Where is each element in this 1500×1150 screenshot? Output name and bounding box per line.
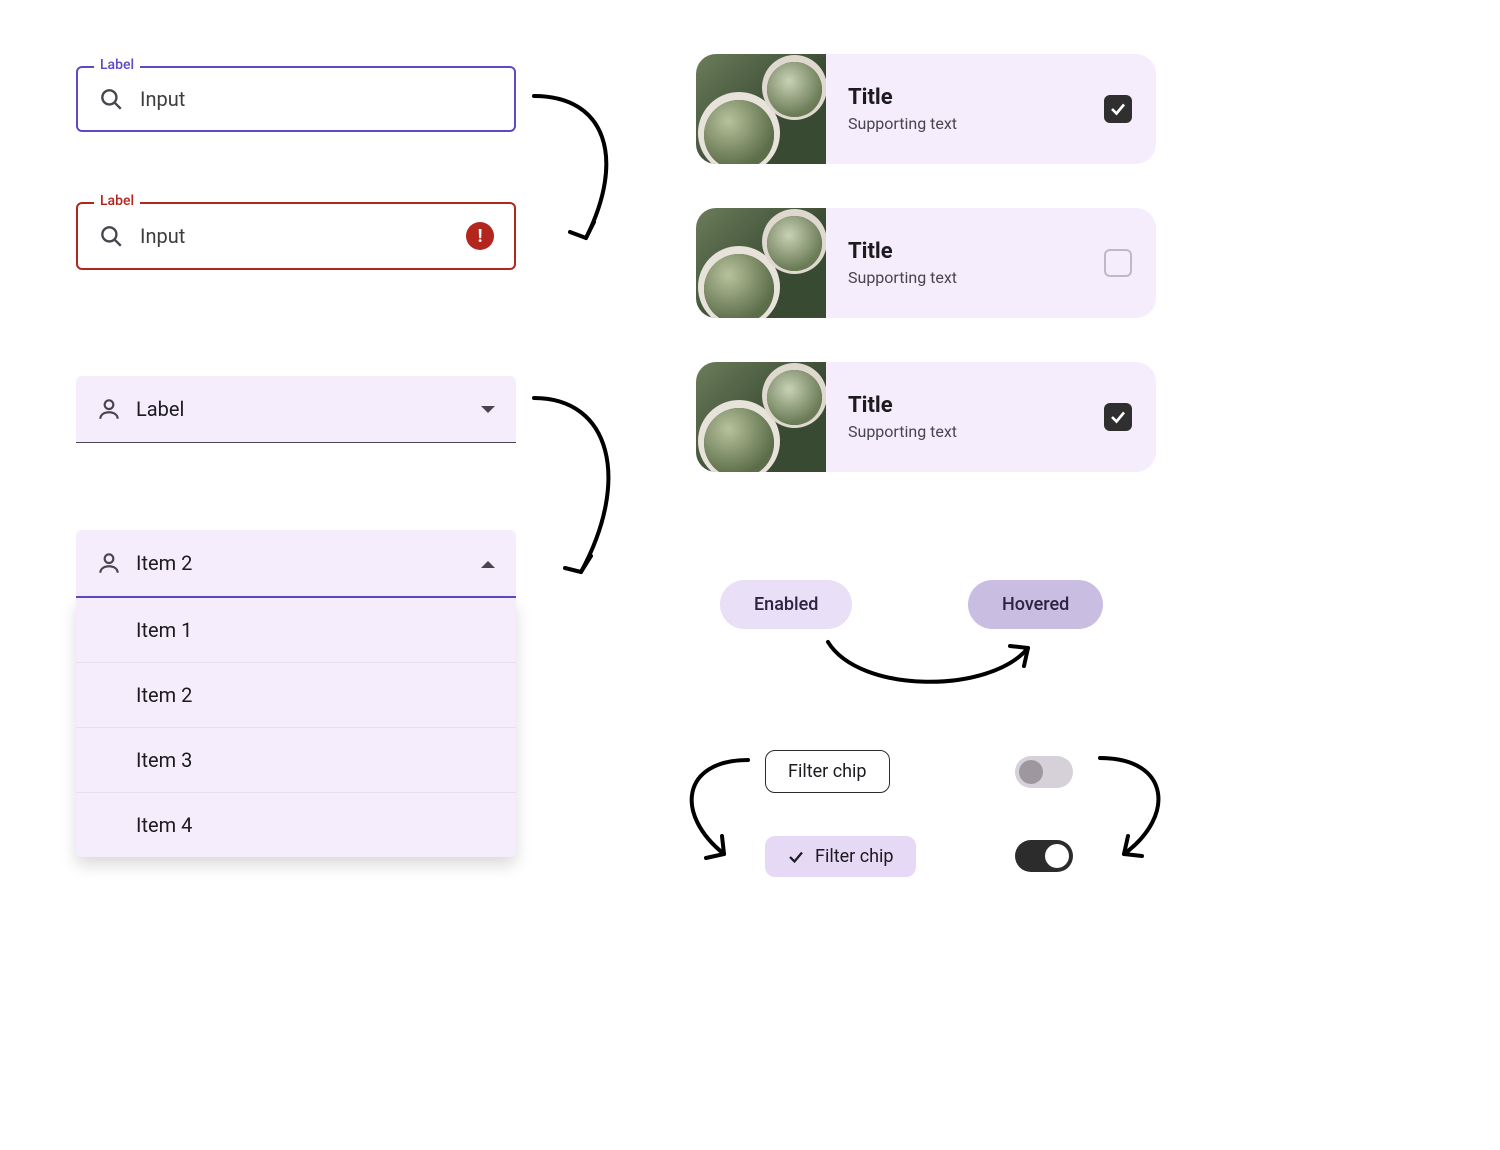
textfield-input[interactable] bbox=[138, 223, 452, 249]
dropdown-selected: Item 2 bbox=[136, 551, 466, 575]
switch-off[interactable] bbox=[1015, 756, 1073, 788]
checkbox-unchecked[interactable] bbox=[1104, 249, 1132, 277]
dropdown-closed[interactable]: Label bbox=[76, 376, 516, 443]
chip-label: Filter chip bbox=[815, 846, 894, 867]
search-icon bbox=[98, 86, 124, 112]
list-item-title: Title bbox=[848, 239, 1082, 264]
arrow-icon bbox=[1090, 752, 1180, 864]
dropdown-item[interactable]: Item 3 bbox=[76, 728, 516, 793]
filter-chip-selected[interactable]: Filter chip bbox=[765, 836, 916, 877]
checkbox-checked[interactable] bbox=[1104, 403, 1132, 431]
arrow-icon bbox=[820, 632, 1040, 702]
person-icon bbox=[96, 396, 122, 422]
chevron-up-icon bbox=[480, 554, 496, 573]
list-item-support: Supporting text bbox=[848, 114, 1082, 133]
dropdown-open[interactable]: Item 2 Item 1 Item 2 Item 3 Item 4 bbox=[76, 530, 516, 857]
filter-chip-outlined[interactable]: Filter chip bbox=[765, 750, 890, 793]
list-thumbnail bbox=[696, 208, 826, 318]
list-item-title: Title bbox=[848, 393, 1082, 418]
button-enabled[interactable]: Enabled bbox=[720, 580, 852, 629]
list-item[interactable]: Title Supporting text bbox=[696, 208, 1156, 318]
dropdown-menu: Item 1 Item 2 Item 3 Item 4 bbox=[76, 598, 516, 857]
check-icon bbox=[787, 848, 805, 866]
dropdown-label: Label bbox=[136, 397, 466, 421]
error-icon: ! bbox=[466, 222, 494, 250]
list-thumbnail bbox=[696, 362, 826, 472]
switch-thumb bbox=[1019, 760, 1043, 784]
textfield-label: Label bbox=[94, 193, 140, 209]
textfield-input[interactable] bbox=[138, 86, 494, 112]
switch-on[interactable] bbox=[1015, 840, 1073, 872]
textfield-label: Label bbox=[94, 57, 140, 73]
chip-label: Filter chip bbox=[788, 761, 867, 782]
button-hovered[interactable]: Hovered bbox=[968, 580, 1103, 629]
textfield-outlined-normal[interactable]: Label bbox=[76, 66, 516, 132]
switch-thumb bbox=[1045, 844, 1069, 868]
list-item[interactable]: Title Supporting text bbox=[696, 362, 1156, 472]
arrow-icon bbox=[526, 390, 636, 590]
textfield-outlined-error[interactable]: Label ! bbox=[76, 202, 516, 270]
dropdown-item[interactable]: Item 4 bbox=[76, 793, 516, 857]
person-icon bbox=[96, 550, 122, 576]
list-thumbnail bbox=[696, 54, 826, 164]
list-item[interactable]: Title Supporting text bbox=[696, 54, 1156, 164]
arrow-icon bbox=[670, 754, 760, 864]
list-item-support: Supporting text bbox=[848, 422, 1082, 441]
dropdown-item[interactable]: Item 1 bbox=[76, 598, 516, 663]
list-item-support: Supporting text bbox=[848, 268, 1082, 287]
arrow-icon bbox=[526, 88, 636, 260]
list-item-title: Title bbox=[848, 85, 1082, 110]
search-icon bbox=[98, 223, 124, 249]
checkbox-checked[interactable] bbox=[1104, 95, 1132, 123]
chevron-down-icon bbox=[480, 400, 496, 419]
dropdown-item[interactable]: Item 2 bbox=[76, 663, 516, 728]
